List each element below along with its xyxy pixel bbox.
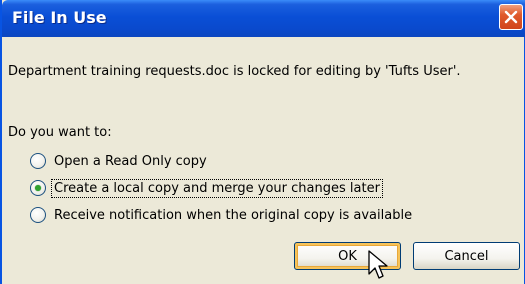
- radio-create-local-copy[interactable]: [30, 180, 46, 196]
- option-label[interactable]: Open a Read Only copy: [52, 153, 209, 170]
- close-button[interactable]: [499, 4, 523, 30]
- option-open-read-only[interactable]: Open a Read Only copy: [30, 150, 209, 172]
- option-label[interactable]: Receive notification when the original c…: [52, 207, 414, 224]
- cancel-button[interactable]: Cancel: [413, 242, 520, 270]
- option-label[interactable]: Create a local copy and merge your chang…: [51, 178, 383, 198]
- radio-receive-notification[interactable]: [30, 207, 46, 223]
- radio-open-read-only[interactable]: [30, 153, 46, 169]
- title-bar[interactable]: File In Use: [2, 0, 525, 37]
- option-receive-notification[interactable]: Receive notification when the original c…: [30, 204, 414, 226]
- close-icon: [504, 10, 518, 24]
- mouse-pointer-icon: [368, 250, 388, 279]
- prompt-text: Do you want to:: [8, 125, 112, 140]
- lock-message: Department training requests.doc is lock…: [8, 64, 461, 79]
- option-create-local-copy[interactable]: Create a local copy and merge your chang…: [30, 177, 383, 199]
- dialog-title: File In Use: [12, 8, 107, 27]
- file-in-use-dialog: File In Use Department training requests…: [0, 0, 525, 284]
